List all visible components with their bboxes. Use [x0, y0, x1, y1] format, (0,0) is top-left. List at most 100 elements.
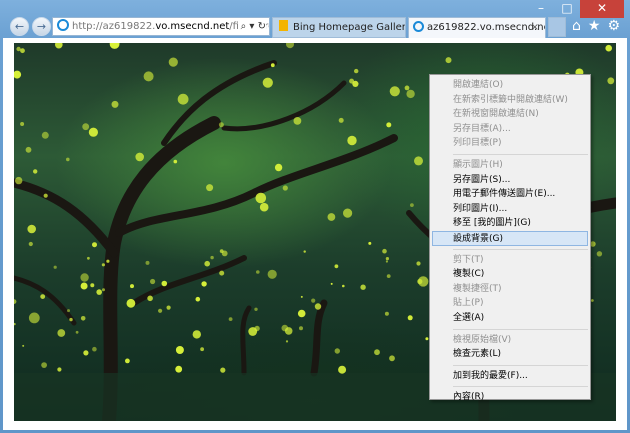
firefly-dot [83, 350, 89, 356]
firefly-dot [14, 70, 22, 79]
firefly-dot [125, 358, 130, 364]
close-window-button[interactable]: ✕ [580, 0, 624, 18]
menu-item[interactable]: 加到我的最愛(F)... [430, 369, 590, 384]
menu-item[interactable]: 在新索引標籤中開啟連結(W) [430, 93, 590, 108]
back-button[interactable]: ← [10, 17, 29, 36]
firefly-dot [338, 365, 347, 374]
firefly-dot [200, 347, 205, 352]
maximize-button[interactable]: □ [554, 0, 580, 18]
firefly-dot [314, 303, 322, 310]
tab-title: Bing Homepage Gallery [293, 22, 406, 33]
firefly-dot [338, 117, 344, 123]
minimize-button[interactable]: – [528, 0, 554, 18]
firefly-dot [299, 326, 303, 331]
firefly-dot [28, 241, 33, 247]
firefly-dot [28, 312, 40, 324]
firefly-dot [130, 284, 134, 289]
firefly-dot [389, 86, 400, 97]
firefly-dot [607, 77, 615, 85]
tab-title: az619822.vo.msecnd.net [427, 22, 546, 33]
menu-item[interactable]: 內容(R) [430, 390, 590, 405]
menu-item[interactable]: 在新視窗開啟連結(N) [430, 107, 590, 122]
firefly-dot [20, 48, 25, 54]
menu-item[interactable]: 移至 [我的圖片](G) [430, 216, 590, 231]
menu-item[interactable]: 另存圖片(S)... [430, 173, 590, 188]
firefly-dot [20, 122, 25, 126]
firefly-dot [57, 367, 62, 372]
firefly-dot [175, 346, 184, 354]
toolbar-icons: ⌂ ★ ⚙ [572, 17, 620, 35]
menu-item[interactable]: 另存目標(A)... [430, 122, 590, 137]
firefly-dot [173, 159, 178, 164]
firefly-dot [96, 289, 102, 295]
firefly-dot [14, 322, 16, 326]
menu-item[interactable]: 列印目標(P) [430, 136, 590, 151]
menu-item[interactable]: 設成背景(G) [432, 230, 588, 246]
firefly-dot [330, 282, 333, 285]
firefly-dot [201, 281, 207, 287]
firefly-dot [404, 85, 410, 91]
tab-active-image[interactable]: az619822.vo.msecnd.net × [408, 17, 546, 38]
menu-item[interactable]: 顯示圖片(H) [430, 158, 590, 173]
firefly-dot [175, 365, 183, 373]
firefly-dot [255, 192, 267, 204]
firefly-dot [109, 43, 120, 49]
bing-icon [279, 20, 288, 31]
menu-item[interactable]: 檢視原始檔(V) [430, 333, 590, 348]
firefly-dot [262, 77, 273, 88]
firefly-dot [354, 68, 359, 74]
address-tools[interactable]: ⌕ ▾ ↻ [237, 18, 266, 35]
menu-separator [453, 248, 588, 250]
menu-item[interactable]: 貼上(P) [430, 296, 590, 311]
firefly-dot [14, 299, 17, 304]
firefly-dot [219, 270, 225, 276]
new-tab-button[interactable] [548, 17, 566, 37]
firefly-dot [254, 307, 258, 311]
firefly-dot [445, 57, 452, 64]
home-icon[interactable]: ⌂ [572, 17, 581, 35]
firefly-dot [414, 156, 423, 166]
close-tab-icon[interactable]: × [531, 18, 539, 38]
forward-button[interactable]: → [32, 17, 51, 36]
url-prefix: http://az619822. [72, 21, 156, 32]
firefly-dot [382, 248, 387, 254]
firefly-dot [406, 89, 415, 99]
firefly-dot [286, 43, 294, 49]
firefly-dot [206, 184, 214, 192]
menu-item[interactable]: 全選(A) [430, 311, 590, 326]
firefly-dot [192, 330, 201, 339]
firefly-dot [342, 284, 345, 288]
firefly-dot [605, 44, 612, 52]
firefly-dot [41, 131, 49, 139]
firefly-dot [145, 260, 150, 265]
firefly-dot [334, 264, 339, 269]
firefly-dot [87, 256, 90, 260]
firefly-dot [27, 224, 36, 234]
menu-item[interactable]: 檢查元素(L) [430, 347, 590, 362]
firefly-dot [282, 185, 288, 191]
tab-bing-gallery[interactable]: Bing Homepage Gallery [272, 17, 406, 38]
menu-item[interactable]: 剪下(T) [430, 253, 590, 268]
address-bar[interactable]: http://az619822.vo.msecnd.net/files/Fire… [52, 17, 270, 36]
title-bar: – □ ✕ ← → http://az619822.vo.msecnd.net/… [0, 0, 630, 38]
menu-item[interactable]: 複製(C) [430, 267, 590, 282]
settings-icon[interactable]: ⚙ [607, 17, 620, 35]
firefly-dot [293, 117, 302, 125]
firefly-dot [281, 324, 289, 332]
firefly-dot [327, 213, 336, 221]
firefly-dot [311, 298, 316, 303]
menu-item[interactable]: 用電子郵件傳送圖片(E)... [430, 187, 590, 202]
firefly-dot [410, 203, 414, 208]
firefly-dot [303, 250, 306, 253]
firefly-dot [33, 169, 38, 174]
firefly-dot [92, 346, 97, 352]
menu-item[interactable]: 複製捷徑(T) [430, 282, 590, 297]
favorites-icon[interactable]: ★ [588, 17, 601, 35]
menu-item[interactable]: 列印圖片(I)... [430, 202, 590, 217]
firefly-dot [228, 317, 233, 321]
firefly-dot [43, 193, 48, 198]
menu-item[interactable]: 開啟連結(O) [430, 78, 590, 93]
firefly-dot [80, 316, 86, 321]
url-domain: vo.msecnd.net [155, 21, 230, 32]
context-menu: 開啟連結(O) 在新索引標籤中開啟連結(W) 在新視窗開啟連結(N) 另存目標(A).… [429, 74, 591, 402]
